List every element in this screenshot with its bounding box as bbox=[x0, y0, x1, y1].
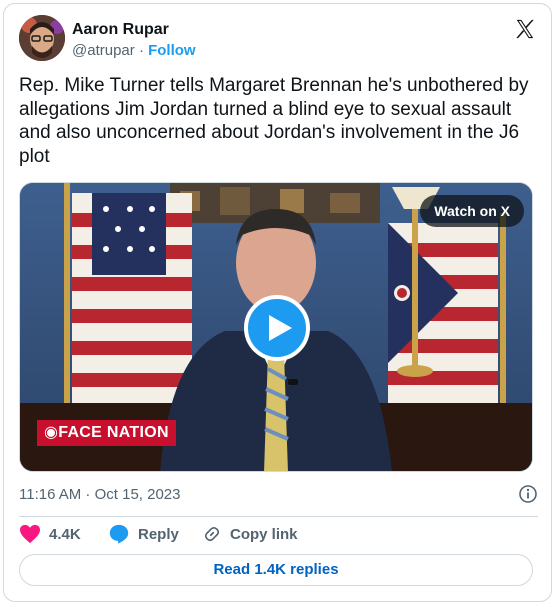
author-name[interactable]: Aaron Rupar bbox=[72, 21, 169, 39]
like-count: 4.4K bbox=[49, 525, 81, 543]
info-icon[interactable] bbox=[518, 484, 538, 504]
divider bbox=[19, 516, 538, 517]
reply-button[interactable]: Reply bbox=[108, 522, 179, 546]
author-handle[interactable]: @atrupar bbox=[72, 42, 135, 59]
play-button[interactable] bbox=[244, 295, 310, 361]
author-handle-row: @atrupar · Follow bbox=[72, 42, 196, 59]
like-button[interactable]: 4.4K bbox=[19, 522, 81, 546]
face-the-nation-logo: ◉FACE NATION bbox=[37, 420, 176, 446]
avatar[interactable] bbox=[19, 15, 65, 61]
copy-link-label: Copy link bbox=[230, 525, 298, 543]
reply-bubble-icon bbox=[109, 524, 129, 544]
tweet-timestamp[interactable]: 11:16 AM · Oct 15, 2023 bbox=[19, 486, 180, 503]
separator-dot: · bbox=[138, 42, 144, 59]
tweet-text: Rep. Mike Turner tells Margaret Brennan … bbox=[19, 75, 529, 167]
follow-button[interactable]: Follow bbox=[148, 42, 196, 59]
reply-label: Reply bbox=[138, 525, 179, 543]
heart-icon bbox=[20, 524, 40, 544]
link-icon bbox=[204, 526, 220, 542]
x-logo-icon[interactable] bbox=[514, 18, 536, 40]
video-player[interactable]: Watch on X ◉FACE NATION bbox=[19, 182, 533, 472]
play-icon bbox=[269, 315, 292, 341]
read-replies-button[interactable]: Read 1.4K replies bbox=[19, 554, 533, 586]
copy-link-button[interactable]: Copy link bbox=[202, 522, 298, 546]
watch-on-x-button[interactable]: Watch on X bbox=[420, 195, 524, 227]
